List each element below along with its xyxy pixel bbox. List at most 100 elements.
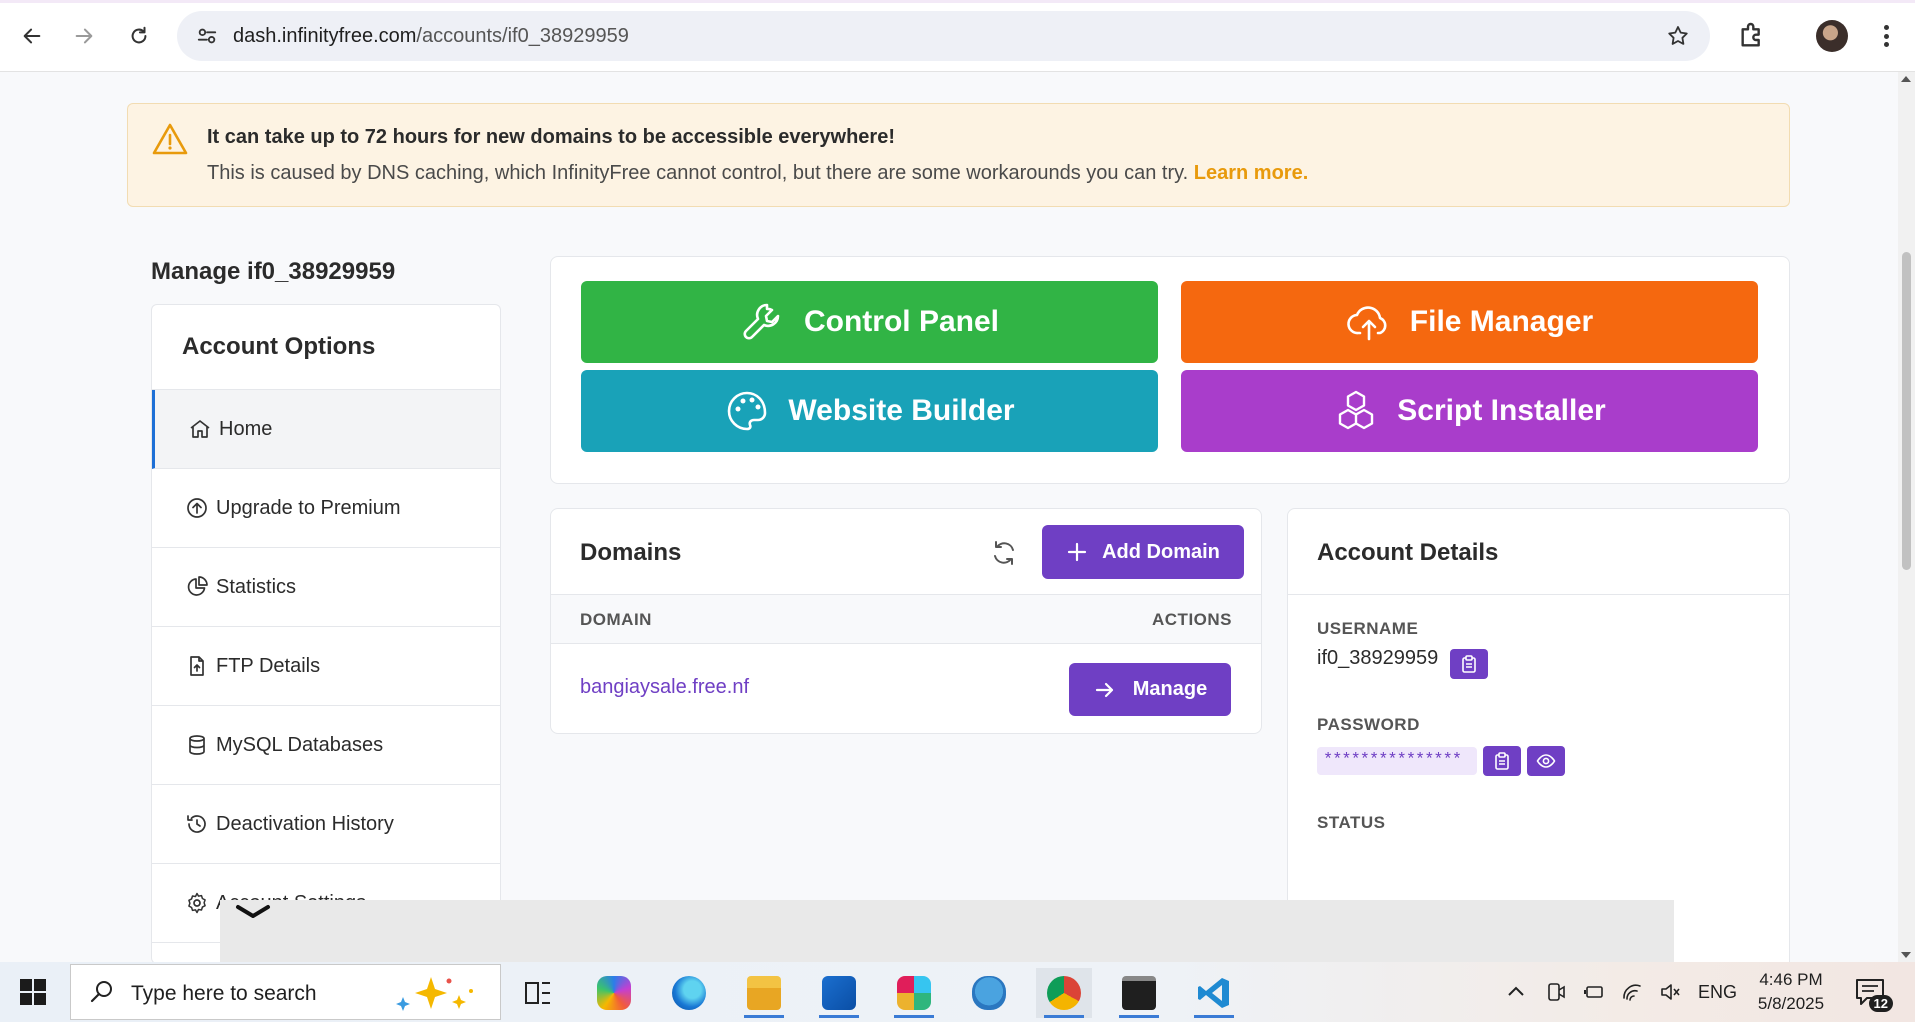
battery-icon[interactable] (1582, 980, 1606, 1004)
postgres-elephant-icon[interactable] (961, 968, 1017, 1018)
slack-icon[interactable] (886, 968, 942, 1018)
search-icon (90, 981, 112, 1003)
reload-icon (131, 26, 147, 44)
bookmark-star-icon[interactable] (1666, 24, 1690, 48)
url-text: dash.infinityfree.com/accounts/if0_38929… (233, 25, 629, 48)
sidebar-item-label: Upgrade to Premium (216, 496, 401, 519)
notification-center-button[interactable]: 12 (1853, 976, 1893, 1012)
table-row: bangiaysale.free.nf Manage (551, 644, 1261, 733)
control-panel-button[interactable]: Control Panel (581, 281, 1158, 363)
running-indicator (1119, 1015, 1159, 1018)
sidebar-item-upgrade[interactable]: Upgrade to Premium (152, 469, 500, 548)
collapsed-overlay-panel (220, 900, 1674, 962)
password-label: PASSWORD (1317, 715, 1420, 734)
database-icon (184, 732, 210, 758)
address-bar[interactable]: dash.infinityfree.com/accounts/if0_38929… (177, 11, 1710, 61)
taskbar-search-box[interactable]: Type here to search (70, 964, 501, 1020)
learn-more-link[interactable]: Learn more. (1194, 162, 1308, 184)
account-details-card: Account Details USERNAME if0_38929959 PA… (1287, 508, 1790, 962)
copilot-app-icon[interactable] (586, 968, 642, 1018)
file-upload-icon (184, 653, 210, 679)
manage-label: Manage (1132, 678, 1208, 700)
history-icon (184, 811, 210, 837)
sidebar-item-statistics[interactable]: Statistics (152, 548, 500, 627)
script-installer-label: Script Installer (1397, 394, 1606, 427)
sidebar-item-label: Statistics (216, 575, 297, 598)
password-masked: *************** (1317, 747, 1477, 775)
domains-title: Domains (580, 539, 682, 566)
file-explorer-icon[interactable] (736, 968, 792, 1018)
eye-icon (1536, 754, 1556, 768)
back-button[interactable] (14, 18, 50, 54)
sidebar-item-label: Deactivation History (216, 812, 394, 835)
profile-avatar[interactable] (1816, 20, 1848, 52)
language-indicator[interactable]: ENG (1698, 982, 1737, 1003)
arrow-left-icon (23, 28, 41, 44)
alert-message: This is caused by DNS caching, which Inf… (207, 162, 1308, 185)
alert-title: It can take up to 72 hours for new domai… (207, 126, 895, 148)
sidebar-item-label: FTP Details (216, 654, 321, 677)
arrow-right-icon (75, 28, 93, 44)
volume-muted-icon[interactable] (1658, 980, 1682, 1004)
running-indicator (894, 1015, 934, 1018)
reload-button[interactable] (121, 18, 157, 54)
browser-toolbar: dash.infinityfree.com/accounts/if0_38929… (0, 0, 1915, 72)
refresh-icon[interactable] (989, 538, 1019, 568)
url-host: dash.infinityfree.com (233, 24, 417, 47)
wifi-icon[interactable] (1620, 980, 1644, 1004)
add-domain-button[interactable]: Add Domain (1042, 525, 1244, 579)
extensions-icon[interactable] (1736, 20, 1768, 52)
domain-link[interactable]: bangiaysale.free.nf (580, 676, 749, 699)
pie-chart-icon (184, 574, 210, 600)
plus-icon (1068, 542, 1087, 562)
arrow-up-circle-icon (184, 495, 210, 521)
sidebar-heading: Account Options (152, 305, 500, 390)
domains-card: Domains Add Domain DOMAIN ACTIONS bangia… (550, 508, 1262, 734)
sidebar-item-deactivation-history[interactable]: Deactivation History (152, 785, 500, 864)
column-header-domain: DOMAIN (580, 610, 652, 629)
page-scrollbar[interactable] (1898, 72, 1915, 962)
taskbar-clock[interactable]: 4:46 PM 5/8/2025 (1746, 968, 1836, 1016)
task-view-icon[interactable] (510, 968, 566, 1018)
site-settings-icon[interactable] (195, 24, 219, 48)
gear-icon (184, 890, 210, 916)
script-installer-button[interactable]: Script Installer (1181, 370, 1758, 452)
manage-domain-button[interactable]: Manage (1069, 663, 1231, 716)
browser-menu-icon[interactable] (1872, 22, 1900, 50)
scrollbar-thumb[interactable] (1902, 252, 1911, 570)
vscode-icon[interactable] (1186, 968, 1242, 1018)
account-options-sidebar: Account Options Home Upgrade to Premium … (151, 304, 501, 962)
website-builder-button[interactable]: Website Builder (581, 370, 1158, 452)
username-label: USERNAME (1317, 619, 1419, 638)
chevron-up-icon[interactable] (1504, 980, 1528, 1004)
sidebar-item-label: Home (219, 417, 273, 440)
quick-actions-card: Control Panel File Manager Website Build… (550, 256, 1790, 484)
outlook-icon[interactable] (811, 968, 867, 1018)
column-header-actions: ACTIONS (1152, 610, 1232, 629)
add-domain-label: Add Domain (1102, 540, 1220, 563)
sidebar-item-mysql-databases[interactable]: MySQL Databases (152, 706, 500, 785)
running-indicator (1194, 1015, 1234, 1018)
file-manager-label: File Manager (1409, 305, 1594, 338)
scroll-down-arrow[interactable] (1901, 952, 1911, 958)
copy-username-button[interactable] (1450, 649, 1488, 679)
copy-password-button[interactable] (1483, 746, 1521, 776)
clock-date: 5/8/2025 (1757, 994, 1825, 1013)
chrome-browser-icon[interactable] (1036, 968, 1092, 1018)
home-icon (187, 416, 213, 442)
edge-browser-icon[interactable] (661, 968, 717, 1018)
palette-icon (728, 391, 767, 431)
file-manager-button[interactable]: File Manager (1181, 281, 1758, 363)
running-indicator (819, 1015, 859, 1018)
windows-start-icon[interactable] (20, 979, 46, 1005)
sidebar-item-ftp-details[interactable]: FTP Details (152, 627, 500, 706)
terminal-icon[interactable] (1111, 968, 1167, 1018)
running-indicator (1044, 1015, 1084, 1018)
chevron-down-icon[interactable] (235, 902, 271, 924)
forward-button[interactable] (66, 18, 102, 54)
account-details-title: Account Details (1288, 509, 1789, 595)
sidebar-item-home[interactable]: Home (152, 390, 500, 469)
meet-now-icon[interactable] (1544, 980, 1568, 1004)
scroll-up-arrow[interactable] (1901, 76, 1911, 82)
show-password-button[interactable] (1527, 746, 1565, 776)
